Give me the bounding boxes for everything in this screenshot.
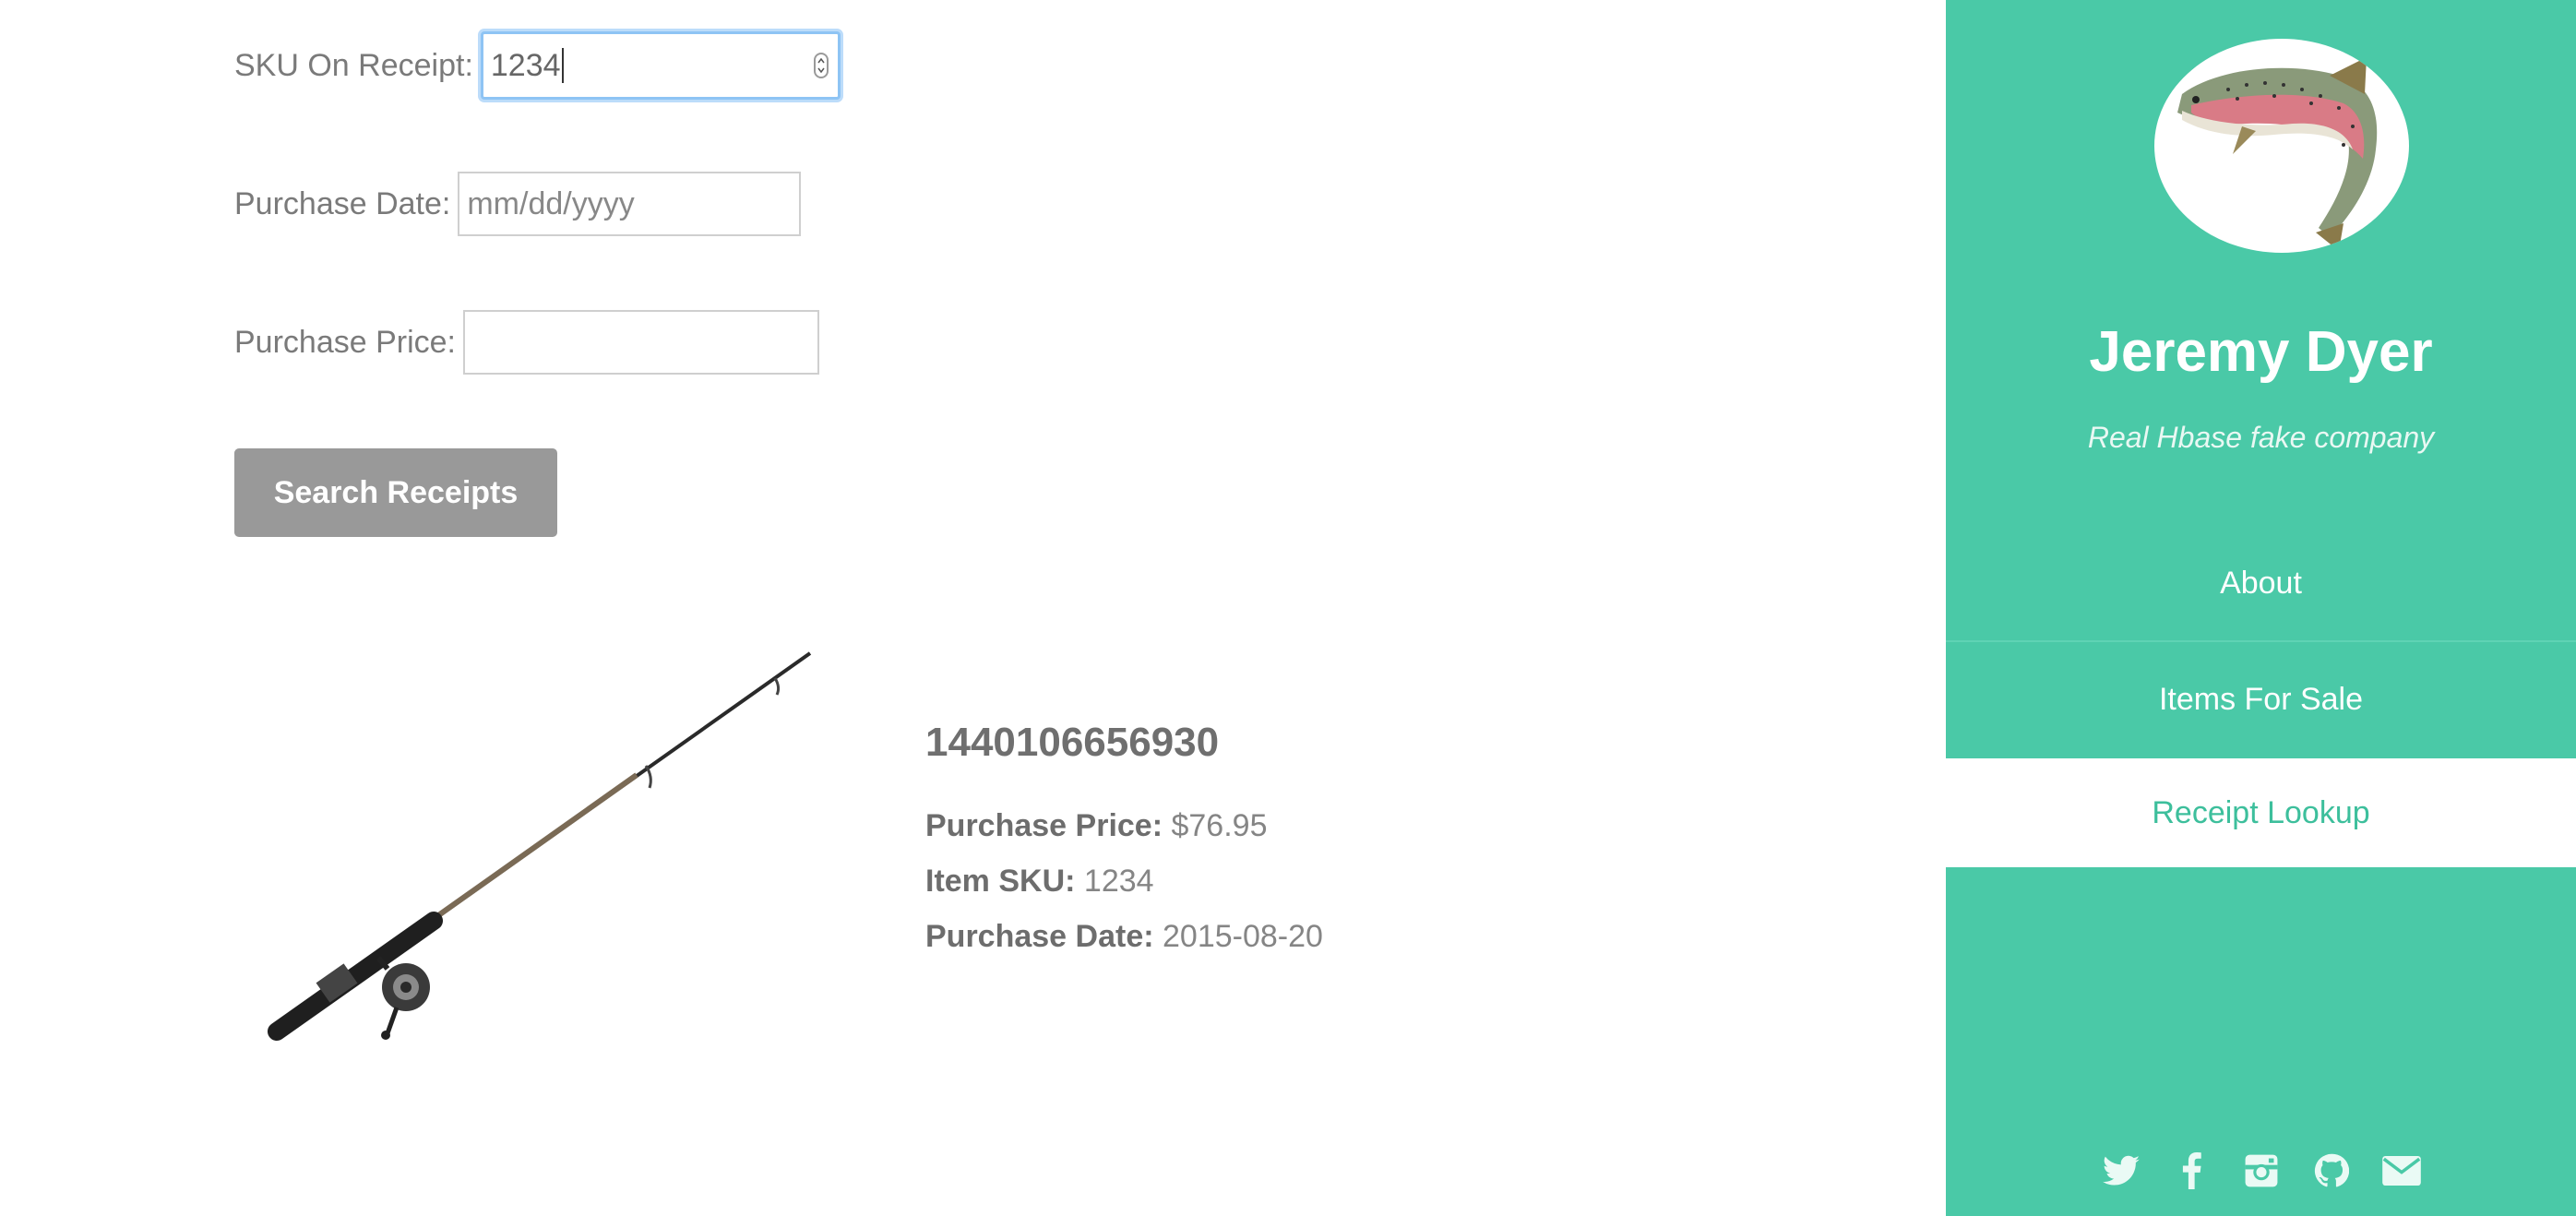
item-sku-detail: Item SKU: 1234	[925, 864, 1154, 900]
instagram-icon[interactable]	[2242, 1151, 2281, 1190]
nav-items-for-sale[interactable]: Items For Sale	[1946, 642, 2576, 757]
github-icon[interactable]	[2312, 1151, 2351, 1190]
price-input[interactable]	[463, 310, 819, 375]
text-caret	[561, 48, 564, 83]
sku-row: SKU On Receipt: 1234	[234, 31, 841, 100]
date-placeholder: mm/dd/yyyy	[467, 185, 635, 221]
number-spinner-icon[interactable]	[813, 53, 829, 78]
receipt-id: 1440106656930	[925, 720, 1220, 765]
sku-input[interactable]: 1234	[480, 31, 841, 100]
nav-receipt-lookup[interactable]: Receipt Lookup	[1946, 758, 2576, 867]
facebook-icon[interactable]	[2172, 1151, 2211, 1190]
purchase-price-label: Purchase Price:	[925, 808, 1163, 843]
date-row: Purchase Date: mm/dd/yyyy	[234, 172, 802, 236]
fishing-rod-image	[268, 651, 812, 1041]
site-tagline: Real Hbase fake company	[2087, 421, 2435, 454]
item-sku-label: Item SKU:	[925, 864, 1076, 899]
purchase-price-value: $76.95	[1171, 808, 1268, 843]
sidebar: Jeremy Dyer Real Hbase fake company Abou…	[1946, 0, 2576, 1216]
trout-image	[2177, 57, 2378, 251]
date-input[interactable]: mm/dd/yyyy	[458, 172, 802, 236]
site-owner-name: Jeremy Dyer	[2089, 320, 2433, 384]
purchase-date-detail: Purchase Date: 2015-08-20	[925, 919, 1323, 955]
price-row: Purchase Price:	[234, 310, 819, 375]
twitter-icon[interactable]	[2102, 1151, 2141, 1190]
price-label: Purchase Price:	[234, 324, 456, 360]
sku-input-value: 1234	[490, 47, 561, 83]
item-sku-value: 1234	[1083, 864, 1154, 899]
social-links	[1946, 1151, 2576, 1190]
purchase-date-label: Purchase Date:	[925, 919, 1154, 954]
search-receipts-button[interactable]: Search Receipts	[234, 448, 557, 537]
purchase-price-detail: Purchase Price: $76.95	[925, 808, 1267, 844]
date-label: Purchase Date:	[234, 185, 451, 221]
sku-label: SKU On Receipt:	[234, 47, 473, 83]
nav-about[interactable]: About	[1946, 526, 2576, 642]
avatar	[2154, 39, 2409, 253]
purchase-date-value: 2015-08-20	[1163, 919, 1323, 954]
email-icon[interactable]	[2381, 1151, 2421, 1190]
